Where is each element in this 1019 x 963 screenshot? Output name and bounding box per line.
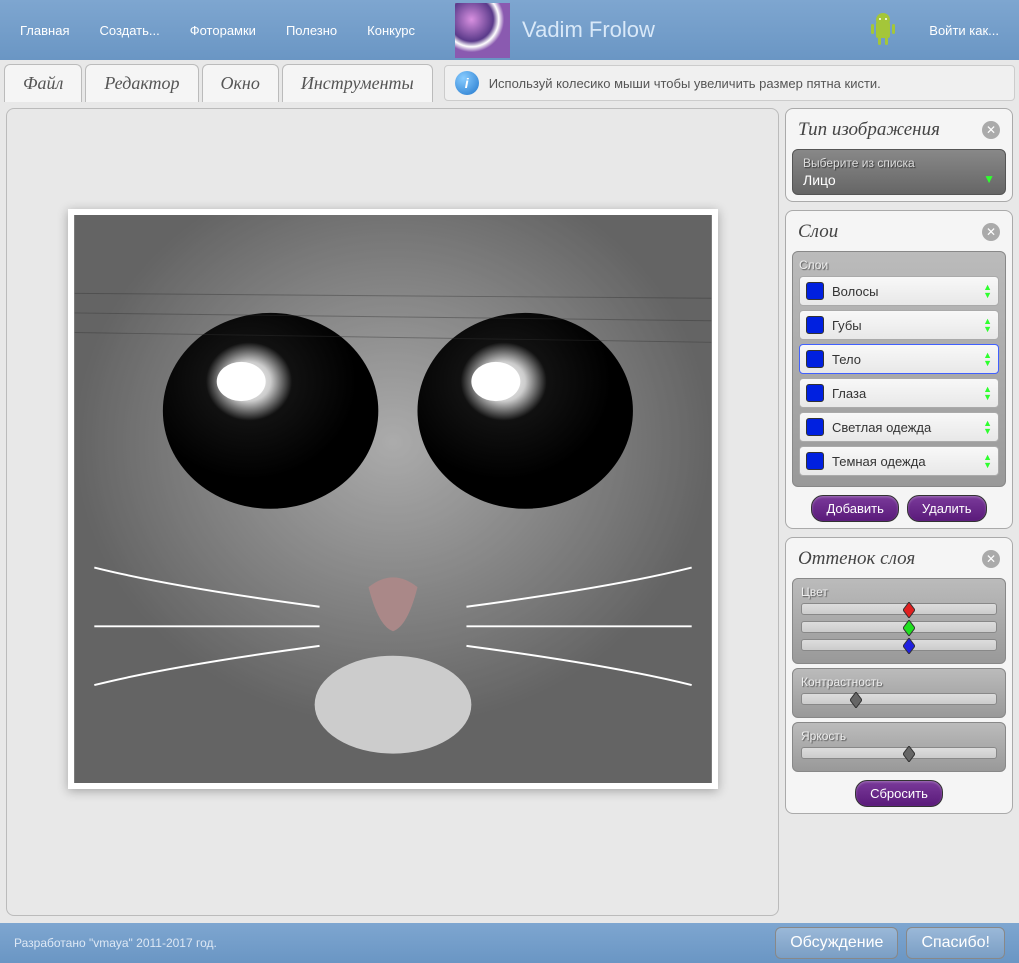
select-value: Лицо [803, 172, 995, 188]
layer-color-swatch[interactable] [806, 452, 824, 470]
slider-handle[interactable] [903, 602, 915, 618]
layer-name: Губы [832, 318, 983, 333]
delete-layer-button[interactable]: Удалить [907, 495, 987, 522]
layer-name: Волосы [832, 284, 983, 299]
layer-item[interactable]: Волосы ▲▼ [799, 276, 999, 306]
layer-reorder[interactable]: ▲▼ [983, 386, 992, 401]
nav-create[interactable]: Создать... [99, 23, 159, 38]
color-label: Цвет [801, 585, 997, 599]
panel-title-tint: Оттенок слоя [798, 548, 915, 570]
close-icon[interactable]: ✕ [982, 550, 1000, 568]
color-slider[interactable] [801, 621, 997, 633]
info-bar: i Используй колесико мыши чтобы увеличит… [444, 65, 1015, 101]
panel-title-layers: Слои [798, 221, 838, 243]
layer-reorder[interactable]: ▲▼ [983, 454, 992, 469]
layer-item[interactable]: Тело ▲▼ [799, 344, 999, 374]
layer-reorder[interactable]: ▲▼ [983, 420, 992, 435]
color-slider[interactable] [801, 603, 997, 615]
add-layer-button[interactable]: Добавить [811, 495, 898, 522]
contrast-slider-group: Контрастность [792, 668, 1006, 718]
brightness-label: Яркость [801, 729, 997, 743]
panel-tint: Оттенок слоя ✕ Цвет Контрастность Яркост… [785, 537, 1013, 814]
layer-color-swatch[interactable] [806, 418, 824, 436]
layer-name: Темная одежда [832, 454, 983, 469]
android-icon[interactable] [867, 12, 899, 48]
arrow-down-icon[interactable]: ▼ [983, 394, 992, 401]
color-slider[interactable] [801, 639, 997, 651]
nav-home[interactable]: Главная [20, 23, 69, 38]
image-type-select[interactable]: Выберите из списка Лицо ▼ [792, 149, 1006, 195]
layer-reorder[interactable]: ▲▼ [983, 352, 992, 367]
contrast-slider[interactable] [801, 693, 997, 705]
layer-name: Глаза [832, 386, 983, 401]
layer-item[interactable]: Светлая одежда ▲▼ [799, 412, 999, 442]
panel-layers: Слои ✕ Слои Волосы ▲▼ Губы ▲▼ Тело ▲▼ Гл… [785, 210, 1013, 529]
contrast-label: Контрастность [801, 675, 997, 689]
layer-reorder[interactable]: ▲▼ [983, 284, 992, 299]
arrow-down-icon[interactable]: ▼ [983, 326, 992, 333]
layers-list-label: Слои [799, 258, 999, 272]
slider-handle[interactable] [903, 746, 915, 762]
logo-block: Vadim Frolow [455, 3, 655, 58]
logo-image [455, 3, 510, 58]
layer-item[interactable]: Глаза ▲▼ [799, 378, 999, 408]
main-area: Тип изображения ✕ Выберите из списка Лиц… [0, 102, 1019, 922]
nav-useful[interactable]: Полезно [286, 23, 337, 38]
footer: Разработано "vmaya" 2011-2017 год. Обсуж… [0, 923, 1019, 963]
nav-frames[interactable]: Фоторамки [190, 23, 256, 38]
brightness-slider[interactable] [801, 747, 997, 759]
close-icon[interactable]: ✕ [982, 223, 1000, 241]
arrow-down-icon[interactable]: ▼ [983, 360, 992, 367]
arrow-down-icon[interactable]: ▼ [983, 292, 992, 299]
canvas-wrap [6, 108, 779, 916]
close-icon[interactable]: ✕ [982, 121, 1000, 139]
login-link[interactable]: Войти как... [929, 23, 999, 38]
tab-file[interactable]: Файл [4, 64, 82, 102]
brightness-slider-group: Яркость [792, 722, 1006, 772]
copyright-text: Разработано "vmaya" 2011-2017 год. [14, 936, 217, 950]
layer-name: Светлая одежда [832, 420, 983, 435]
tab-tools[interactable]: Инструменты [282, 64, 433, 102]
toolbar: Файл Редактор Окно Инструменты i Использ… [0, 60, 1019, 102]
tab-editor[interactable]: Редактор [85, 64, 198, 102]
layer-item[interactable]: Губы ▲▼ [799, 310, 999, 340]
hint-text: Используй колесико мыши чтобы увеличить … [489, 76, 881, 91]
arrow-down-icon[interactable]: ▼ [983, 428, 992, 435]
slider-handle[interactable] [903, 620, 915, 636]
top-nav: Главная Создать... Фоторамки Полезно Кон… [0, 0, 1019, 60]
reset-button[interactable]: Сбросить [855, 780, 943, 807]
panel-image-type: Тип изображения ✕ Выберите из списка Лиц… [785, 108, 1013, 202]
nav-contest[interactable]: Конкурс [367, 23, 415, 38]
layer-color-swatch[interactable] [806, 316, 824, 334]
canvas-image[interactable] [68, 209, 718, 789]
layer-color-swatch[interactable] [806, 350, 824, 368]
thanks-button[interactable]: Спасибо! [906, 927, 1005, 959]
brand-name: Vadim Frolow [522, 17, 655, 43]
chevron-down-icon: ▼ [983, 172, 995, 186]
color-slider-group: Цвет [792, 578, 1006, 664]
tab-window[interactable]: Окно [202, 64, 279, 102]
info-icon: i [455, 71, 479, 95]
select-label: Выберите из списка [803, 156, 995, 170]
layer-color-swatch[interactable] [806, 282, 824, 300]
discuss-button[interactable]: Обсуждение [775, 927, 898, 959]
layer-item[interactable]: Темная одежда ▲▼ [799, 446, 999, 476]
layer-name: Тело [832, 352, 983, 367]
slider-handle[interactable] [850, 692, 862, 708]
layer-color-swatch[interactable] [806, 384, 824, 402]
side-panels: Тип изображения ✕ Выберите из списка Лиц… [785, 108, 1013, 916]
layer-reorder[interactable]: ▲▼ [983, 318, 992, 333]
slider-handle[interactable] [903, 638, 915, 654]
panel-title-image-type: Тип изображения [798, 119, 940, 141]
arrow-down-icon[interactable]: ▼ [983, 462, 992, 469]
layers-box: Слои Волосы ▲▼ Губы ▲▼ Тело ▲▼ Глаза ▲▼ … [792, 251, 1006, 487]
